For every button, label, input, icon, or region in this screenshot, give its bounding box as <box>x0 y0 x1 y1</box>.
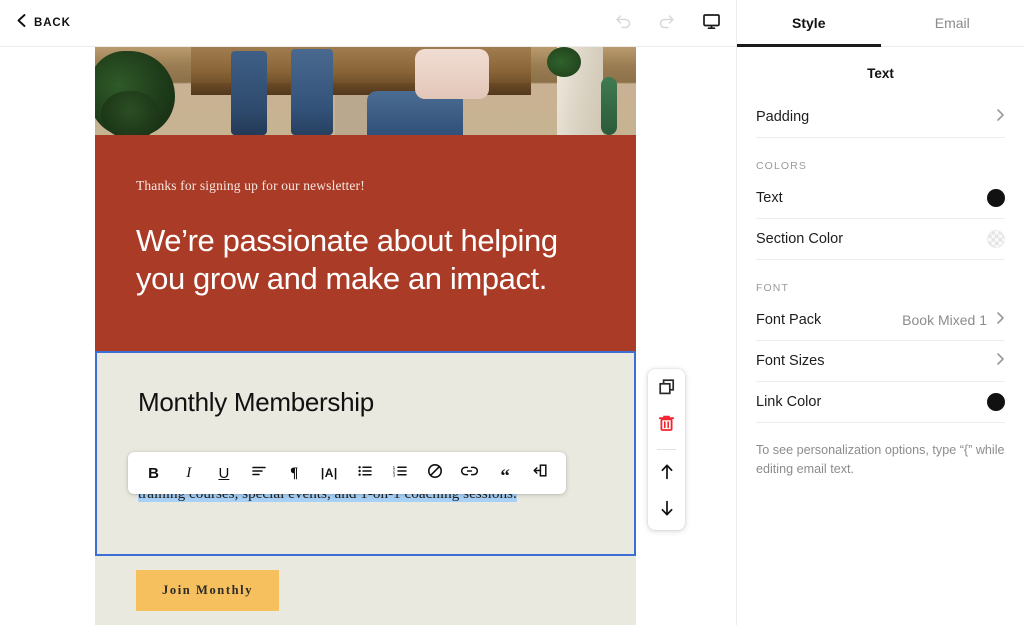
chevron-right-icon <box>996 108 1005 127</box>
panel-tabs: Style Email <box>737 0 1024 47</box>
bold-button[interactable]: B <box>141 460 167 486</box>
row-font-pack-label: Font Pack <box>756 312 822 328</box>
row-padding[interactable]: Padding <box>756 97 1005 138</box>
row-link-color-control <box>987 393 1005 411</box>
redo-button[interactable] <box>654 11 680 37</box>
photo-monstera-lower <box>101 91 159 135</box>
link-icon <box>461 464 479 482</box>
row-section-color-label: Section Color <box>756 231 844 247</box>
block-actions-divider <box>657 449 676 450</box>
underline-button[interactable]: U <box>211 460 237 486</box>
clear-formatting-icon <box>427 463 443 484</box>
trash-icon <box>658 414 675 437</box>
hero-kicker: Thanks for signing up for our newsletter… <box>136 178 365 193</box>
photo-legs-left <box>231 51 267 135</box>
align-button[interactable] <box>246 460 272 486</box>
email-preview: Thanks for signing up for our newsletter… <box>95 47 636 625</box>
editor-area: BACK Thanks for signing up for our newsl… <box>0 0 736 625</box>
block-heading: Monthly Membership <box>138 387 374 418</box>
preview-device-button[interactable] <box>698 11 724 37</box>
email-canvas[interactable]: Thanks for signing up for our newsletter… <box>0 47 736 625</box>
obscured-text-line <box>138 432 593 447</box>
redo-arrow-icon <box>657 12 677 35</box>
row-link-color-label: Link Color <box>756 394 822 410</box>
row-text-color-control <box>987 189 1005 207</box>
chevron-right-icon <box>996 311 1005 330</box>
chevron-left-icon <box>16 13 27 33</box>
email-editor-app: BACK Thanks for signing up for our newsl… <box>0 0 1024 625</box>
section-color-swatch[interactable] <box>987 230 1005 248</box>
text-color-swatch[interactable] <box>987 189 1005 207</box>
indent-return-icon <box>532 463 548 483</box>
bulleted-list-button[interactable] <box>352 460 378 486</box>
row-section-color[interactable]: Section Color <box>756 219 1005 260</box>
style-panel: Style Email Text Padding COLORS Text Sec… <box>736 0 1024 625</box>
tab-email[interactable]: Email <box>881 0 1024 46</box>
rich-text-toolbar: B I U ¶ |A| 1 2 3 “ <box>128 452 566 494</box>
tab-style[interactable]: Style <box>737 0 881 47</box>
photo-legs-mid <box>291 49 333 135</box>
top-toolbar-actions <box>610 0 724 47</box>
hero-section[interactable]: Thanks for signing up for our newsletter… <box>95 135 636 352</box>
hero-image[interactable] <box>95 47 636 135</box>
row-text-color-label: Text <box>756 190 783 206</box>
undo-arrow-icon <box>613 12 633 35</box>
row-padding-control <box>996 108 1005 127</box>
top-toolbar: BACK <box>0 0 736 47</box>
duplicate-icon <box>658 378 676 401</box>
row-font-sizes-control <box>996 352 1005 371</box>
row-section-color-control <box>987 230 1005 248</box>
indent-return-button[interactable] <box>527 460 553 486</box>
row-text-color[interactable]: Text <box>756 178 1005 219</box>
paragraph-button[interactable]: ¶ <box>281 460 307 486</box>
personalization-hint: To see personalization options, type “{”… <box>756 443 1005 476</box>
font-group-label: FONT <box>756 282 789 294</box>
italic-icon: I <box>186 464 192 481</box>
align-left-icon <box>251 464 267 483</box>
desktop-monitor-icon <box>702 12 721 36</box>
row-link-color[interactable]: Link Color <box>756 382 1005 423</box>
row-font-pack[interactable]: Font Pack Book Mixed 1 <box>756 300 1005 341</box>
letter-spacing-button[interactable]: |A| <box>316 460 342 486</box>
svg-text:3: 3 <box>392 472 395 477</box>
row-font-sizes-label: Font Sizes <box>756 353 825 369</box>
photo-cactus <box>601 77 617 135</box>
block-actions-toolbar <box>648 369 685 530</box>
italic-button[interactable]: I <box>176 460 202 486</box>
panel-body: Padding COLORS Text Section Color FONT F… <box>737 81 1024 479</box>
back-button[interactable]: BACK <box>16 13 71 33</box>
email-footer-area <box>95 611 636 625</box>
back-label: BACK <box>34 17 71 29</box>
row-font-pack-control: Book Mixed 1 <box>902 311 1005 330</box>
row-padding-label: Padding <box>756 109 810 125</box>
letter-spacing-icon: |A| <box>320 466 338 480</box>
cta-section: Join Monthly <box>95 556 636 612</box>
colors-group-label: COLORS <box>756 160 807 172</box>
font-pack-value: Book Mixed 1 <box>902 312 987 328</box>
blockquote-button[interactable]: “ <box>492 460 518 486</box>
numbered-list-button[interactable]: 1 2 3 <box>387 460 413 486</box>
row-font-sizes[interactable]: Font Sizes <box>756 341 1005 382</box>
bulleted-list-icon <box>357 464 373 483</box>
move-block-down-button[interactable] <box>655 498 679 522</box>
delete-block-button[interactable] <box>655 413 679 437</box>
hero-title: We’re passionate about helping you grow … <box>136 222 558 297</box>
duplicate-block-button[interactable] <box>655 377 679 401</box>
underline-icon: U <box>218 464 230 482</box>
photo-foliage <box>547 47 581 77</box>
undo-button[interactable] <box>610 11 636 37</box>
bold-icon: B <box>148 464 159 482</box>
join-monthly-button[interactable]: Join Monthly <box>136 570 280 612</box>
link-button[interactable] <box>457 460 483 486</box>
paragraph-icon: ¶ <box>290 464 299 481</box>
chevron-right-icon <box>996 352 1005 371</box>
panel-title: Text <box>867 66 894 81</box>
panel-spacer <box>756 81 1005 97</box>
arrow-down-icon <box>659 499 675 522</box>
move-block-up-button[interactable] <box>655 462 679 486</box>
numbered-list-icon: 1 2 3 <box>392 464 408 483</box>
clear-formatting-button[interactable] <box>422 460 448 486</box>
link-color-swatch[interactable] <box>987 393 1005 411</box>
arrow-up-icon <box>659 463 675 486</box>
